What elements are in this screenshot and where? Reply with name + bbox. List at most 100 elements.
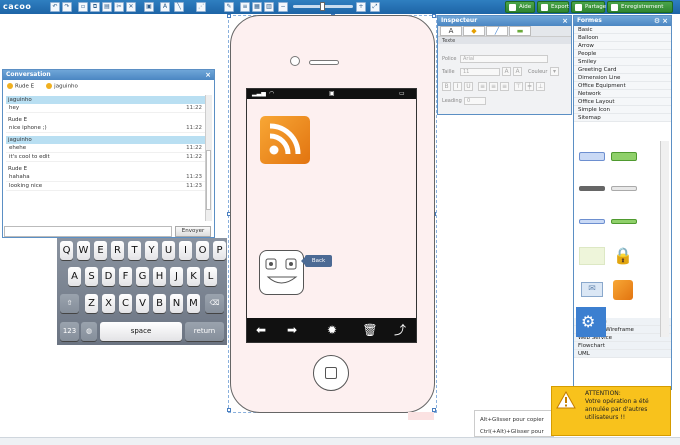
tab-text-icon[interactable]: A <box>440 26 462 36</box>
arrow-left-icon[interactable]: ⬅ <box>253 322 269 338</box>
dark-bar-shape[interactable] <box>579 186 605 191</box>
valign-top-icon[interactable]: ⊤ <box>514 82 523 91</box>
key[interactable]: A <box>68 267 81 286</box>
font-grow-icon[interactable]: A <box>502 67 511 76</box>
key[interactable]: X <box>102 294 115 313</box>
shift-key[interactable]: ⇧ <box>60 294 79 313</box>
resize-handle[interactable] <box>227 408 231 412</box>
underline-icon[interactable]: U <box>464 82 473 91</box>
trash-icon[interactable]: 🗑 <box>362 322 378 338</box>
shape-category[interactable]: Network <box>574 90 671 98</box>
key[interactable]: K <box>187 267 200 286</box>
save-button[interactable]: Enregistrement <box>607 1 673 13</box>
order-icon[interactable]: ▥ <box>264 2 274 12</box>
key[interactable]: Q <box>60 241 73 260</box>
backspace-key[interactable]: ⌫ <box>205 294 224 313</box>
share-icon[interactable]: ⤴ <box>392 322 408 338</box>
image-icon[interactable]: ▣ <box>144 2 154 12</box>
delete-icon[interactable]: ✕ <box>126 2 136 12</box>
tab-shadow-icon[interactable]: ▬ <box>509 26 531 36</box>
green-button-shape[interactable] <box>611 152 637 161</box>
tab-fill-icon[interactable]: ◆ <box>463 26 485 36</box>
police-select[interactable]: Arial <box>460 55 548 63</box>
shape-category[interactable]: Dimension Line <box>574 74 671 82</box>
leading-input[interactable]: 0 <box>464 97 486 105</box>
shape-category[interactable]: Simple Icon <box>574 106 671 114</box>
rss-icon[interactable] <box>260 116 310 164</box>
key[interactable]: O <box>196 241 209 260</box>
align-center-icon[interactable]: ≡ <box>489 82 498 91</box>
key[interactable]: M <box>187 294 200 313</box>
message-input[interactable] <box>4 226 172 237</box>
horizontal-scrollbar[interactable] <box>0 437 680 445</box>
gear-icon[interactable]: ✹ <box>324 322 340 338</box>
align-left-icon[interactable]: ≡ <box>478 82 487 91</box>
key[interactable]: G <box>136 267 149 286</box>
blue-button-shape[interactable] <box>579 152 605 161</box>
key[interactable]: L <box>204 267 217 286</box>
shape-category[interactable]: Basic <box>574 26 671 34</box>
valign-bottom-icon[interactable]: ⊥ <box>536 82 545 91</box>
new-page-icon[interactable]: ▫ <box>78 2 88 12</box>
shape-category[interactable]: Greeting Card <box>574 66 671 74</box>
shape-category[interactable]: UML <box>574 350 671 358</box>
resize-handle[interactable] <box>432 14 436 18</box>
shape-category[interactable]: Office Layout <box>574 98 671 106</box>
pencil-icon[interactable]: ✎ <box>224 2 234 12</box>
key[interactable]: U <box>162 241 175 260</box>
numbers-key[interactable]: 123 <box>60 322 79 341</box>
line-tool-icon[interactable]: ╲ <box>174 2 184 12</box>
zoom-in-icon[interactable]: + <box>356 2 366 12</box>
key[interactable]: Y <box>145 241 158 260</box>
settings-icon[interactable]: ⚙ <box>653 17 661 25</box>
help-button[interactable]: Aide <box>505 1 535 13</box>
resize-handle[interactable] <box>227 14 231 18</box>
send-button[interactable]: Envoyer <box>175 226 211 237</box>
key[interactable]: D <box>102 267 115 286</box>
robot-face-icon[interactable] <box>259 250 304 295</box>
key[interactable]: B <box>153 294 166 313</box>
shapes-scrollbar[interactable] <box>660 141 669 337</box>
key[interactable]: T <box>128 241 141 260</box>
key[interactable]: S <box>85 267 98 286</box>
italic-icon[interactable]: I <box>453 82 462 91</box>
rss-small-icon[interactable] <box>613 280 633 300</box>
close-icon[interactable]: × <box>661 17 669 25</box>
valign-middle-icon[interactable]: ╪ <box>525 82 534 91</box>
zoom-out-icon[interactable]: − <box>278 2 288 12</box>
font-shrink-icon[interactable]: A <box>513 67 522 76</box>
undo-icon[interactable]: ↶ <box>50 2 60 12</box>
key[interactable]: V <box>136 294 149 313</box>
export-button[interactable]: Export <box>537 1 569 13</box>
gear-shape-selected[interactable]: ⚙ <box>576 307 606 337</box>
shape-category[interactable]: Office Equipment <box>574 82 671 90</box>
shape-category[interactable]: Arrow <box>574 42 671 50</box>
align-right-icon[interactable]: ≡ <box>500 82 509 91</box>
key[interactable]: I <box>179 241 192 260</box>
note-shape[interactable] <box>579 247 605 265</box>
key[interactable]: W <box>77 241 90 260</box>
arrow-right-icon[interactable]: ➡ <box>284 322 300 338</box>
mail-icon[interactable]: ✉ <box>581 282 603 297</box>
share-button[interactable]: Partage <box>571 1 606 13</box>
color-picker[interactable]: ▾ <box>550 67 559 76</box>
back-button[interactable]: Back <box>301 255 332 267</box>
shape-category[interactable]: Smiley <box>574 58 671 66</box>
redo-icon[interactable]: ↷ <box>62 2 72 12</box>
key[interactable]: E <box>94 241 107 260</box>
fit-icon[interactable]: ⤢ <box>370 2 380 12</box>
key[interactable]: C <box>119 294 132 313</box>
taille-select[interactable]: 11 <box>460 68 500 76</box>
globe-key[interactable]: ◍ <box>81 322 97 341</box>
return-key[interactable]: return <box>185 322 224 341</box>
key[interactable]: N <box>170 294 183 313</box>
conversation-scrollbar-thumb[interactable] <box>206 150 211 210</box>
close-icon[interactable]: × <box>561 17 569 25</box>
key[interactable]: H <box>153 267 166 286</box>
close-icon[interactable]: × <box>204 71 212 79</box>
light-bar-shape[interactable] <box>611 186 637 191</box>
shape-category[interactable]: Sitemap <box>574 114 671 122</box>
zoom-slider-knob[interactable] <box>320 2 325 11</box>
key[interactable]: R <box>111 241 124 260</box>
group-icon[interactable]: ▦ <box>252 2 262 12</box>
